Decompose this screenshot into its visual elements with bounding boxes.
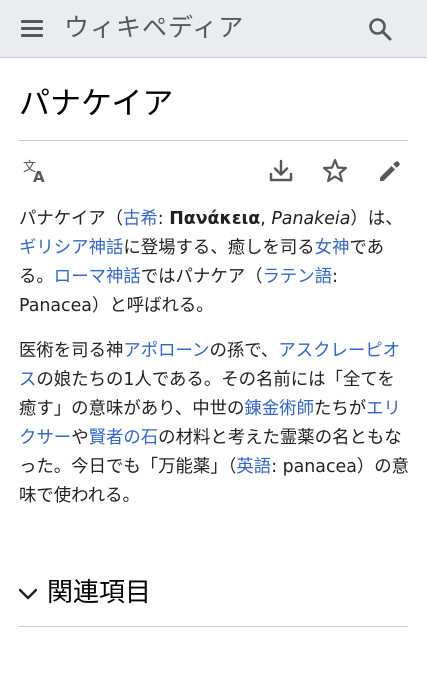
wikipedia-wordmark[interactable]: ウィキペディア [64,11,244,45]
text: パナケイア（ [19,209,123,229]
text: や [71,428,89,448]
section-toggle-related[interactable]: 関連項目 [17,574,409,614]
link-roman-mythology[interactable]: ローマ神話 [54,267,141,287]
link-latin[interactable]: ラテン語 [263,267,333,287]
page-title: パナケイア [19,86,174,122]
translate-icon[interactable]: 文 A [21,156,51,186]
text: 医術を司る神 [19,341,124,361]
link-goddess[interactable]: 女神 [315,238,350,258]
link-english[interactable]: 英語 [236,457,271,477]
text: たちが [313,399,367,419]
romanized-name: Panakeia [271,209,351,229]
link-ancient-greek[interactable]: 古希 [123,209,158,229]
hamburger-menu-icon[interactable] [19,16,45,42]
star-icon[interactable] [320,156,350,186]
top-bar: ウィキペディア [0,0,427,58]
pencil-icon[interactable] [375,156,405,186]
text: ではパナケア（ [140,267,263,287]
search-icon[interactable] [366,15,394,43]
download-icon[interactable] [266,156,296,186]
link-philosophers-stone[interactable]: 賢者の石 [89,428,159,448]
title-divider [19,140,408,141]
link-greek-mythology[interactable]: ギリシア神話 [19,238,123,258]
text: : [157,209,170,229]
text: に登場する、癒しを司る [123,238,315,258]
text: ）は、 [350,209,403,229]
chevron-down-icon [18,588,38,600]
section-title: 関連項目 [47,578,152,608]
paragraph-intro: パナケイア（古希: Πανάκεια, Panakeia）は、ギリシア神話に登場… [19,205,411,321]
text: , [260,209,272,229]
greek-name: Πανάκεια [169,209,261,229]
link-alchemist[interactable]: 錬金術師 [244,399,314,419]
text: の孫で、 [209,341,279,361]
svg-text:A: A [33,168,45,186]
article-body: パナケイア（古希: Πανάκεια, Panakeia）は、ギリシア神話に登場… [19,205,411,511]
section-divider [19,626,408,627]
link-apollo[interactable]: アポローン [123,341,209,361]
paragraph-description: 医術を司る神アポローンの孫で、アスクレーピオスの娘たちの1人である。その名前には… [19,337,411,511]
